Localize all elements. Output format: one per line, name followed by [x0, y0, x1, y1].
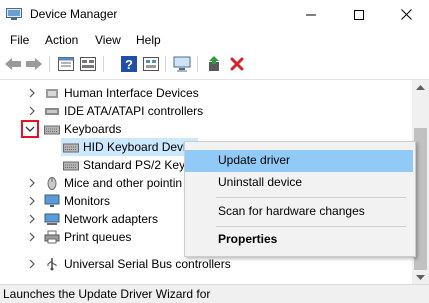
view-button[interactable]	[141, 54, 161, 74]
toolbar-separator	[103, 56, 104, 72]
back-arrow-icon	[5, 58, 21, 70]
add-driver-icon	[209, 56, 219, 71]
context-menu-properties[interactable]: Properties	[185, 229, 413, 251]
menu-view[interactable]: View	[95, 33, 121, 47]
monitor-icon	[44, 194, 60, 207]
remove-red-x-icon	[230, 57, 244, 71]
forward-button[interactable]	[24, 54, 44, 74]
keyboard-icon	[63, 143, 79, 153]
toolbar-separator	[197, 56, 198, 72]
context-menu-update-driver[interactable]: Update driver	[185, 150, 413, 172]
properties-button[interactable]	[56, 54, 76, 74]
uninstall-button[interactable]	[227, 54, 247, 74]
chevron-right-icon[interactable]	[27, 88, 37, 98]
tree-item-label: Standard PS/2 Keyb	[83, 158, 184, 172]
back-button[interactable]	[3, 54, 23, 74]
menu-item-label: Properties	[218, 232, 278, 246]
scroll-down-arrow-icon[interactable]	[416, 274, 425, 281]
tree-item-monitors[interactable]: Monitors	[0, 192, 184, 210]
view-icon	[143, 57, 159, 71]
tree-item-network-adapters[interactable]: Network adapters	[0, 210, 184, 228]
ide-controller-icon	[45, 108, 59, 115]
add-driver-button[interactable]	[204, 54, 224, 74]
tree-item-universal-serial-bus-controllers[interactable]: Universal Serial Bus controllers	[0, 255, 412, 273]
menu-action[interactable]: Action	[45, 33, 78, 47]
device-manager-app-icon	[6, 8, 22, 20]
tree-item-label: Keyboards	[64, 122, 122, 136]
menu-item-label: Scan for hardware changes	[218, 204, 365, 218]
usb-icon	[47, 258, 57, 271]
update-button[interactable]	[78, 54, 98, 74]
help-button[interactable]: ?	[119, 54, 139, 74]
status-text: Launches the Update Driver Wizard for t	[3, 287, 213, 301]
toolbar-separator	[49, 56, 50, 72]
tree-item-label: Network adapters	[64, 212, 159, 226]
chevron-right-icon[interactable]	[27, 106, 37, 116]
close-icon	[400, 9, 412, 20]
context-menu-uninstall-device[interactable]: Uninstall device	[185, 172, 413, 194]
window-title: Device Manager	[30, 7, 118, 21]
menu-file[interactable]: File	[10, 33, 29, 47]
tree-item-mice-and-other-pointing-devices[interactable]: Mice and other pointin	[0, 174, 184, 192]
tree-item-label: IDE ATA/ATAPI controllers	[64, 104, 204, 118]
properties-icon	[58, 57, 74, 71]
menu-help[interactable]: Help	[136, 33, 161, 47]
tree-item-label: Human Interface Devices	[64, 86, 199, 100]
printer-icon	[44, 230, 60, 244]
minimize-icon	[306, 14, 316, 15]
monitor-scan-icon	[173, 56, 191, 72]
tree-item-label: Mice and other pointin	[64, 176, 183, 190]
maximize-icon	[354, 9, 364, 20]
chevron-right-icon[interactable]	[27, 214, 37, 224]
context-menu-scan-for-hardware-changes[interactable]: Scan for hardware changes	[185, 201, 413, 223]
close-button[interactable]	[383, 0, 429, 29]
tree-item-label: Universal Serial Bus controllers	[64, 257, 231, 271]
forward-arrow-icon	[26, 58, 42, 70]
minimize-button[interactable]	[288, 0, 334, 29]
maximize-button[interactable]	[336, 0, 382, 29]
keyboard-icon	[44, 125, 60, 135]
menu-item-label: Uninstall device	[218, 175, 303, 189]
chevron-right-icon[interactable]	[27, 178, 37, 188]
hid-device-icon	[46, 89, 58, 98]
network-adapter-icon	[44, 213, 60, 225]
scroll-up-arrow-icon[interactable]	[416, 84, 425, 91]
toolbar-separator	[165, 56, 166, 72]
tree-item-print-queues[interactable]: Print queues	[0, 228, 184, 246]
tree-item-ide-ata-atapi-controllers[interactable]: IDE ATA/ATAPI controllers	[0, 102, 412, 120]
tree-item-label: Monitors	[64, 194, 111, 208]
tree-item-human-interface-devices[interactable]: Human Interface Devices	[0, 84, 412, 102]
update-icon	[80, 57, 96, 71]
chevron-down-icon[interactable]	[25, 124, 35, 134]
svg-text:?: ?	[125, 57, 133, 72]
tree-item-label: Print queues	[64, 230, 132, 244]
chevron-right-icon[interactable]	[27, 196, 37, 206]
help-icon: ?	[121, 56, 137, 72]
menu-item-label: Update driver	[218, 153, 291, 167]
mouse-icon	[47, 177, 57, 190]
keyboard-icon	[63, 161, 79, 171]
chevron-right-icon[interactable]	[27, 259, 37, 269]
tree-item-label: HID Keyboard Devi	[83, 140, 186, 154]
menu-separator	[216, 226, 406, 227]
scan-hardware-button[interactable]	[172, 54, 192, 74]
menu-separator	[216, 197, 406, 198]
tree-item-hid-keyboard-device[interactable]: HID Keyboard Devi	[61, 138, 198, 156]
tree-item-keyboards[interactable]: Keyboards	[0, 120, 412, 138]
tree-item-standard-ps2-keyboard[interactable]: Standard PS/2 Keyb	[0, 156, 184, 174]
chevron-right-icon[interactable]	[27, 232, 37, 242]
